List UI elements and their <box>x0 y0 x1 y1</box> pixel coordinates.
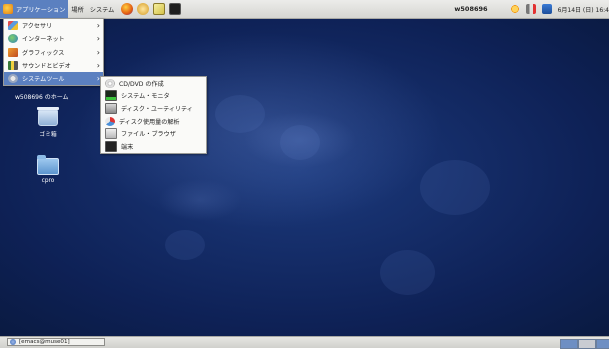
terminal-icon <box>105 140 117 152</box>
menu-item-system-tools[interactable]: システムツール › <box>4 72 103 86</box>
folder-desktop-icon[interactable]: cpro <box>18 155 78 184</box>
text-editor-icon[interactable] <box>153 3 166 15</box>
applications-dropdown: アクセサリ › インターネット › グラフィックス › サウンドとビデオ › シ… <box>3 18 104 87</box>
submenu-item-disk-usage[interactable]: ディスク使用量の解析 <box>101 115 206 128</box>
places-menu-label: 場所 <box>71 6 84 14</box>
workspace-switcher-2[interactable] <box>578 339 596 349</box>
trash-label: ゴミ箱 <box>39 132 57 138</box>
internet-icon <box>8 34 18 44</box>
workspace-switcher-1[interactable] <box>560 339 578 349</box>
menu-item-accessories[interactable]: アクセサリ › <box>4 19 103 32</box>
folder-label: cpro <box>41 178 55 184</box>
cd-dvd-icon <box>105 78 115 88</box>
top-panel: アプリケーション 場所 システム w508696 6月14日 (日) 16:4 <box>0 0 609 19</box>
submenu-item-label: ディスク・ユーティリティ <box>121 105 193 113</box>
taskbar-window-label: [emacs@muse01] <box>19 339 70 345</box>
menu-item-label: アクセサリ <box>22 23 53 31</box>
system-menu[interactable]: システム <box>87 0 118 18</box>
system-menu-label: システム <box>89 6 115 14</box>
menu-item-label: グラフィックス <box>22 49 65 57</box>
clock[interactable]: 6月14日 (日) 16:4 <box>558 5 609 14</box>
emacs-icon <box>10 339 16 345</box>
menu-item-internet[interactable]: インターネット › <box>4 32 103 45</box>
applications-menu-label: アプリケーション <box>16 6 66 14</box>
bottom-panel: [emacs@muse01] <box>0 336 609 349</box>
menu-item-label: インターネット <box>22 36 65 44</box>
places-menu[interactable]: 場所 <box>68 0 86 18</box>
sound-video-icon <box>8 61 18 71</box>
update-icon[interactable] <box>509 4 520 14</box>
workspace-switcher-3[interactable] <box>596 339 609 349</box>
submenu-item-label: 端末 <box>121 143 134 151</box>
disk-usage-icon <box>105 116 115 126</box>
folder-icon <box>37 155 59 175</box>
submenu-item-system-monitor[interactable]: システム・モニタ <box>101 90 206 103</box>
network-icon[interactable] <box>541 4 552 14</box>
submenu-item-label: ファイル・ブラウザ <box>121 131 176 139</box>
submenu-item-cd-dvd[interactable]: CD/DVD の作成 <box>101 77 206 90</box>
chevron-right-icon: › <box>96 60 100 70</box>
terminal-icon[interactable] <box>169 3 182 15</box>
trash-icon <box>37 107 59 126</box>
submenu-item-disk-utility[interactable]: ディスク・ユーティリティ <box>101 102 206 115</box>
graphics-icon <box>8 47 18 57</box>
menu-item-label: サウンドとビデオ <box>22 63 71 71</box>
submenu-item-terminal[interactable]: 端末 <box>101 140 206 153</box>
menu-item-label: システムツール <box>22 76 65 84</box>
applications-icon <box>3 4 13 14</box>
home-folder-label[interactable]: w508696 のホーム <box>15 92 69 101</box>
applications-menu[interactable]: アプリケーション <box>0 0 69 18</box>
chevron-right-icon: › <box>96 34 100 44</box>
file-browser-icon <box>105 128 117 140</box>
chevron-right-icon: › <box>96 21 100 30</box>
disk-utility-icon <box>105 102 117 114</box>
sound-icon[interactable] <box>137 3 150 15</box>
accessories-icon <box>8 21 18 31</box>
system-tools-submenu: CD/DVD の作成 システム・モニタ ディスク・ユーティリティ ディスク使用量… <box>100 76 207 154</box>
chevron-right-icon: › <box>96 47 100 57</box>
taskbar-window-button[interactable]: [emacs@muse01] <box>7 338 105 346</box>
trash-desktop-icon[interactable]: ゴミ箱 <box>18 107 78 138</box>
submenu-item-label: システム・モニタ <box>121 93 170 101</box>
menu-item-sound-video[interactable]: サウンドとビデオ › <box>4 59 103 72</box>
menu-item-graphics[interactable]: グラフィックス › <box>4 46 103 59</box>
volume-icon[interactable] <box>525 4 536 14</box>
submenu-item-label: CD/DVD の作成 <box>119 80 164 88</box>
system-tools-icon <box>8 74 18 84</box>
firefox-icon[interactable] <box>121 3 134 15</box>
submenu-item-file-browser[interactable]: ファイル・ブラウザ <box>101 127 206 140</box>
hostname-label: w508696 <box>454 5 488 13</box>
system-monitor-icon <box>105 90 117 102</box>
submenu-item-label: ディスク使用量の解析 <box>119 118 180 126</box>
